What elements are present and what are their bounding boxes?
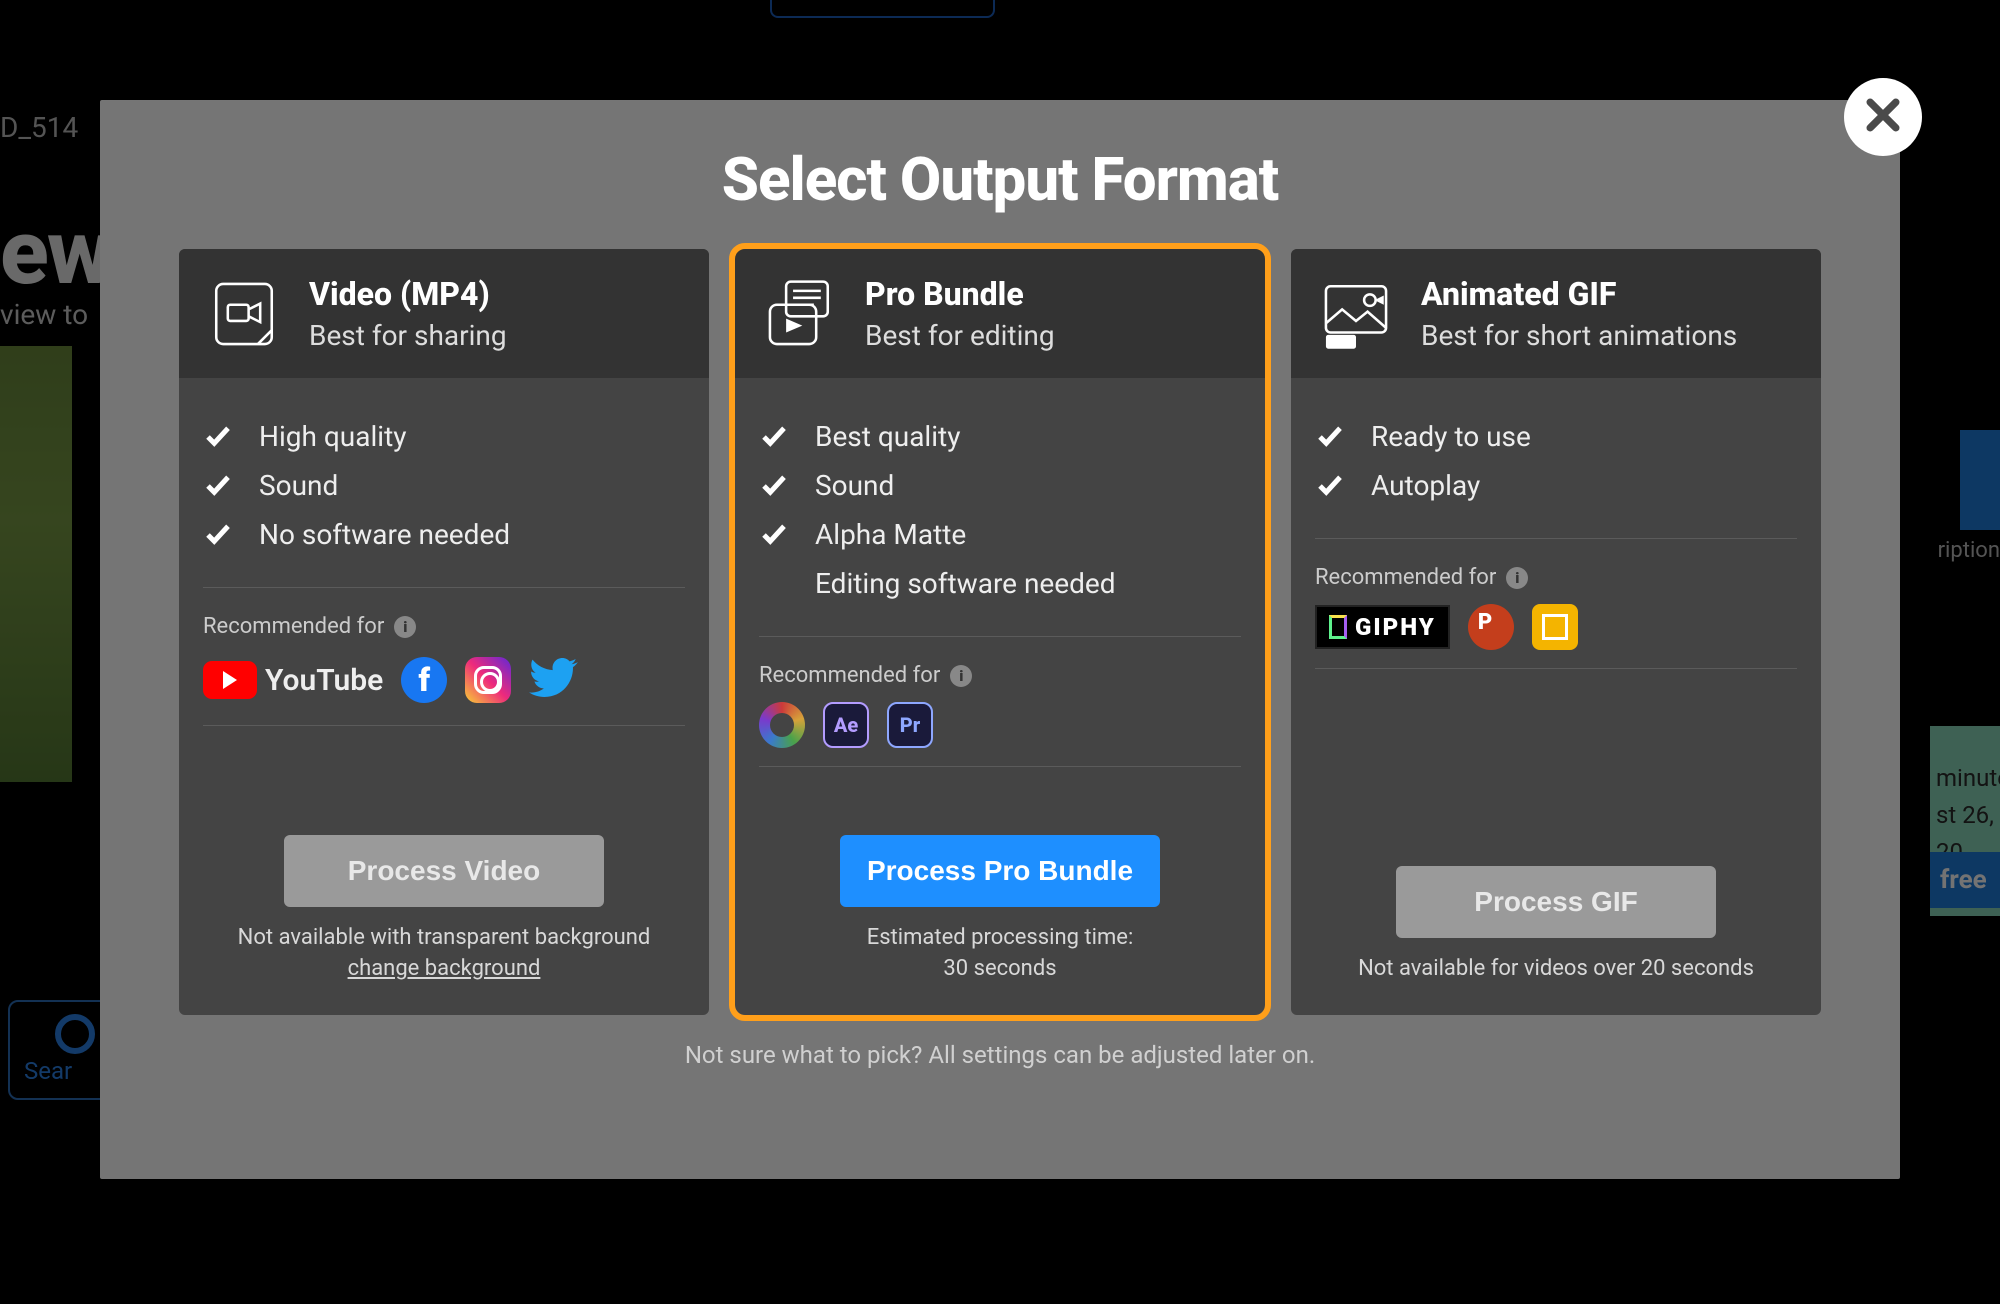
davinci-resolve-icon xyxy=(759,702,805,748)
close-icon xyxy=(1861,93,1905,141)
close-button[interactable] xyxy=(1844,78,1922,156)
card-gif: GIF Animated GIF Best for short animatio… xyxy=(1291,249,1821,1015)
check-icon xyxy=(759,471,789,501)
card-video-title: Video (MP4) xyxy=(309,275,507,313)
output-format-modal: Select Output Format Video (MP4) Best fo… xyxy=(100,100,1900,1179)
card-pro-bundle: Pro Bundle Best for editing Best quality… xyxy=(735,249,1265,1015)
modal-title: Select Output Format xyxy=(130,144,1870,215)
after-effects-icon: Ae xyxy=(823,702,869,748)
card-pro-subtitle: Best for editing xyxy=(865,319,1055,352)
card-video-features: High quality Sound No software needed xyxy=(179,378,709,569)
check-icon xyxy=(759,569,789,599)
process-video-button[interactable]: Process Video xyxy=(284,835,604,907)
check-icon xyxy=(1315,422,1345,452)
check-icon xyxy=(203,422,233,452)
feature-text: High quality xyxy=(259,420,406,453)
feature-text: Autoplay xyxy=(1371,469,1480,502)
check-icon xyxy=(203,471,233,501)
card-gif-logos: GIPHY xyxy=(1291,590,1821,650)
info-icon[interactable]: i xyxy=(394,616,416,638)
divider xyxy=(203,587,685,588)
divider xyxy=(1315,668,1797,669)
card-gif-header: GIF Animated GIF Best for short animatio… xyxy=(1291,249,1821,378)
check-icon xyxy=(1315,471,1345,501)
svg-text:GIF: GIF xyxy=(1329,337,1348,349)
info-icon[interactable]: i xyxy=(1506,567,1528,589)
recommended-for-label: Recommended for i xyxy=(735,655,1265,688)
card-pro-logos: Ae Pr xyxy=(735,688,1265,748)
facebook-icon: f xyxy=(401,657,447,703)
change-background-link[interactable]: change background xyxy=(348,956,541,981)
video-file-icon xyxy=(207,277,281,351)
google-slides-icon xyxy=(1532,604,1578,650)
card-gif-title: Animated GIF xyxy=(1421,275,1737,313)
feature-text: Editing software needed xyxy=(815,567,1116,600)
card-video-header: Video (MP4) Best for sharing xyxy=(179,249,709,378)
recommended-for-label: Recommended for i xyxy=(179,606,709,639)
youtube-icon: YouTube xyxy=(203,661,383,699)
cards-row: Video (MP4) Best for sharing High qualit… xyxy=(130,249,1870,1015)
gif-file-icon: GIF xyxy=(1319,277,1393,351)
card-pro-header: Pro Bundle Best for editing xyxy=(735,249,1265,378)
divider xyxy=(1315,538,1797,539)
twitter-icon xyxy=(529,653,579,707)
card-video-caption: Not available with transparent backgroun… xyxy=(203,923,685,985)
giphy-icon: GIPHY xyxy=(1315,605,1450,649)
card-pro-caption: Estimated processing time: 30 seconds xyxy=(759,923,1241,985)
pro-bundle-icon xyxy=(763,277,837,351)
feature-text: No software needed xyxy=(259,518,510,551)
feature-text: Ready to use xyxy=(1371,420,1531,453)
card-gif-subtitle: Best for short animations xyxy=(1421,319,1737,352)
process-gif-button[interactable]: Process GIF xyxy=(1396,866,1716,938)
card-gif-caption: Not available for videos over 20 seconds xyxy=(1315,954,1797,985)
premiere-pro-icon: Pr xyxy=(887,702,933,748)
check-icon xyxy=(759,520,789,550)
instagram-icon xyxy=(465,657,511,703)
check-icon xyxy=(759,422,789,452)
feature-text: Sound xyxy=(259,469,338,502)
divider xyxy=(759,636,1241,637)
card-gif-features: Ready to use Autoplay xyxy=(1291,378,1821,520)
info-icon[interactable]: i xyxy=(950,665,972,687)
modal-footer-text: Not sure what to pick? All settings can … xyxy=(130,1041,1870,1069)
check-icon xyxy=(203,520,233,550)
card-video: Video (MP4) Best for sharing High qualit… xyxy=(179,249,709,1015)
process-pro-bundle-button[interactable]: Process Pro Bundle xyxy=(840,835,1160,907)
feature-text: Alpha Matte xyxy=(815,518,966,551)
divider xyxy=(759,766,1241,767)
powerpoint-icon xyxy=(1468,604,1514,650)
recommended-for-label: Recommended for i xyxy=(1291,557,1821,590)
card-video-logos: YouTube f xyxy=(179,639,709,707)
card-pro-title: Pro Bundle xyxy=(865,275,1055,313)
feature-text: Sound xyxy=(815,469,894,502)
feature-text: Best quality xyxy=(815,420,960,453)
card-video-subtitle: Best for sharing xyxy=(309,319,507,352)
divider xyxy=(203,725,685,726)
card-pro-features: Best quality Sound Alpha Matte Editing s… xyxy=(735,378,1265,618)
